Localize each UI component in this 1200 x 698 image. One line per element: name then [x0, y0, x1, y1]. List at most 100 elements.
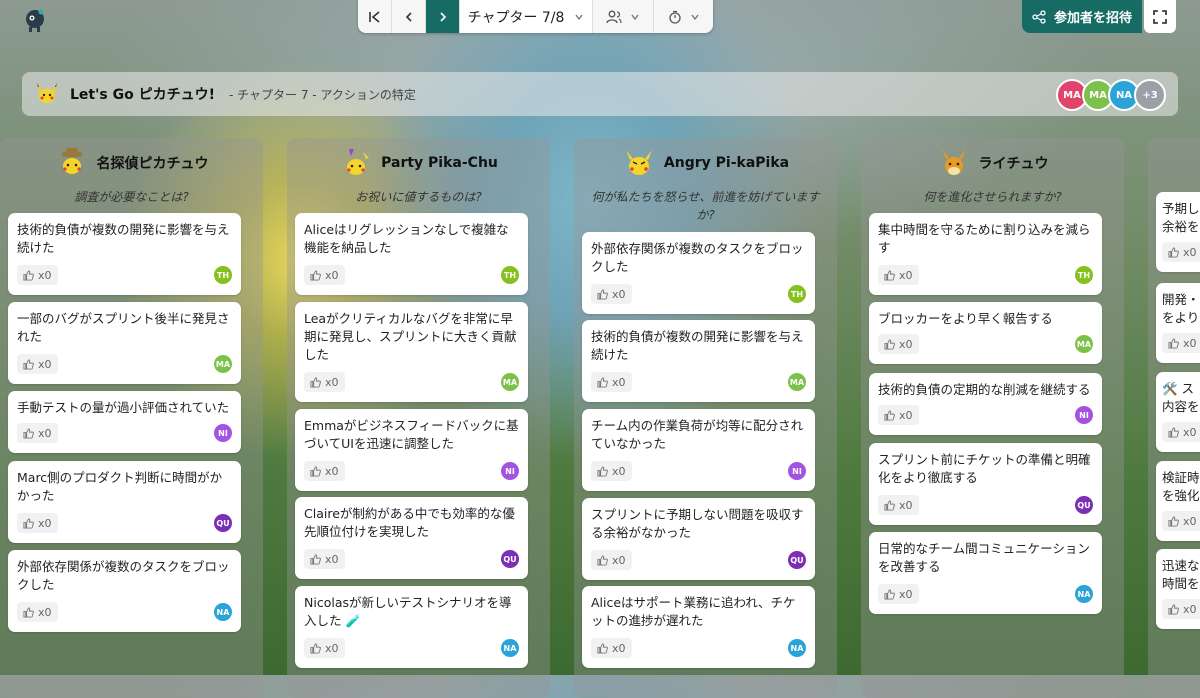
retro-card[interactable]: スプリント前にチケットの準備と明確化をより徹底する x0 QU — [869, 443, 1102, 525]
author-avatar: NI — [501, 462, 519, 480]
participant-avatars[interactable]: MA MA NA +3 — [1056, 79, 1166, 111]
column-title: Angry Pi-kaPika — [663, 155, 790, 171]
retro-card[interactable]: 迅速な 時間を x0 — [1156, 549, 1200, 629]
retro-column-partial: 予期し 余裕を x0 開発・ をより x0 🛠️ ス 内容を x0 検証時 を強化 x0 迅速な… — [1148, 138, 1200, 698]
card-text: Leaがクリティカルなバグを非常に早期に発見し、スプリントに大きく貢献した — [304, 311, 517, 362]
card-text: 予期し 余裕を — [1162, 201, 1200, 234]
pikachu-icon — [625, 150, 652, 175]
author-avatar: NI — [788, 462, 806, 480]
like-button[interactable]: x0 — [591, 638, 632, 658]
like-count: x0 — [612, 464, 626, 478]
card-text: 技術的負債の定期的な削減を継続する — [878, 382, 1091, 397]
retro-card[interactable]: Aliceはサポート業務に追われ、チケットの進捗が遅れた x0 NA — [582, 586, 815, 668]
invite-participants-button[interactable]: 参加者を招待 — [1022, 0, 1142, 33]
thumbs-up-icon — [23, 427, 34, 439]
retro-card[interactable]: Aliceはリグレッションなしで複雑な機能を納品した x0 TH — [295, 213, 528, 295]
retro-card[interactable]: ブロッカーをより早く報告する x0 MA — [869, 302, 1102, 364]
column-header: 名探偵ピカチュウ — [0, 146, 263, 180]
retro-card[interactable]: 開発・ をより x0 — [1156, 283, 1200, 363]
like-button[interactable]: x0 — [17, 602, 58, 622]
like-count: x0 — [612, 641, 626, 655]
like-button[interactable]: x0 — [878, 495, 919, 515]
like-button[interactable]: x0 — [878, 405, 919, 425]
next-chapter-button[interactable] — [426, 0, 460, 33]
like-button[interactable]: x0 — [1162, 333, 1200, 353]
thumbs-up-icon — [597, 288, 608, 300]
card-footer: x0 NI — [17, 423, 232, 445]
like-button[interactable]: x0 — [1162, 422, 1200, 442]
previous-chapter-button[interactable] — [392, 0, 426, 33]
participants-dropdown[interactable] — [593, 0, 654, 33]
like-count: x0 — [38, 605, 52, 619]
share-icon — [1032, 9, 1046, 24]
like-button[interactable]: x0 — [17, 423, 58, 443]
retro-card[interactable]: Emmaがビジネスフィードバックに基づいてUIを迅速に調整した x0 NI — [295, 409, 528, 491]
chapter-dropdown[interactable]: チャプター 7/8 — [460, 0, 593, 33]
like-button[interactable]: x0 — [1162, 599, 1200, 619]
card-footer: x0 TH — [17, 265, 232, 287]
like-button[interactable]: x0 — [878, 265, 919, 285]
like-button[interactable]: x0 — [304, 638, 345, 658]
fullscreen-button[interactable] — [1144, 0, 1176, 33]
card-text: 技術的負債が複数の開発に影響を与え続けた — [17, 222, 230, 255]
like-count: x0 — [325, 375, 339, 389]
card-footer: x0 — [1162, 511, 1200, 533]
like-button[interactable]: x0 — [17, 513, 58, 533]
retro-card[interactable]: スプリントに予期しない問題を吸収する余裕がなかった x0 QU — [582, 498, 815, 580]
retro-card[interactable]: 🛠️ ス 内容を x0 — [1156, 372, 1200, 452]
card-text: 検証時 を強化 — [1162, 470, 1200, 503]
like-button[interactable]: x0 — [591, 550, 632, 570]
retro-card[interactable]: 技術的負債が複数の開発に影響を与え続けた x0 TH — [8, 213, 241, 295]
timer-dropdown[interactable] — [654, 0, 713, 33]
thumbs-up-icon — [1168, 246, 1179, 258]
like-button[interactable]: x0 — [304, 372, 345, 392]
like-button[interactable]: x0 — [1162, 242, 1200, 262]
like-button[interactable]: x0 — [304, 461, 345, 481]
card-footer: x0 QU — [591, 550, 806, 572]
retro-card[interactable]: 外部依存関係が複数のタスクをブロックした x0 NA — [8, 550, 241, 632]
retro-card[interactable]: 外部依存関係が複数のタスクをブロックした x0 TH — [582, 232, 815, 314]
thumbs-up-icon — [597, 642, 608, 654]
like-button[interactable]: x0 — [17, 354, 58, 374]
like-button[interactable]: x0 — [17, 265, 58, 285]
card-text: Aliceはサポート業務に追われ、チケットの進捗が遅れた — [591, 595, 796, 628]
like-count: x0 — [1183, 425, 1197, 439]
card-text: 開発・ をより — [1162, 292, 1200, 325]
retro-card[interactable]: Leaがクリティカルなバグを非常に早期に発見し、スプリントに大きく貢献した x0 M… — [295, 302, 528, 402]
retro-card[interactable]: 技術的負債の定期的な削減を継続する x0 NI — [869, 373, 1102, 435]
like-button[interactable]: x0 — [304, 265, 345, 285]
pikachu-icon — [61, 148, 82, 174]
thumbs-up-icon — [310, 642, 321, 654]
first-chapter-button[interactable] — [358, 0, 392, 33]
retro-card[interactable]: チーム内の作業負荷が均等に配分されていなかった x0 NI — [582, 409, 815, 491]
thumbs-up-icon — [23, 517, 34, 529]
retro-card[interactable]: Claireが制約がある中でも効率的な優先順位付けを実現した x0 QU — [295, 497, 528, 579]
column-title: 名探偵ピカチュウ — [96, 156, 209, 172]
retro-card[interactable]: 予期し 余裕を x0 — [1156, 192, 1200, 272]
retro-card[interactable]: Marc側のプロダクト判断に時間がかかった x0 QU — [8, 461, 241, 543]
thumbs-up-icon — [310, 376, 321, 388]
retro-card[interactable]: 集中時間を守るために割り込みを減らす x0 TH — [869, 213, 1102, 295]
retro-card[interactable]: Nicolasが新しいテストシナリオを導入した 🧪 x0 NA — [295, 586, 528, 668]
column-header: Party Pika-Chu — [287, 146, 550, 180]
like-button[interactable]: x0 — [304, 549, 345, 569]
card-text: 手動テストの量が過小評価されていた — [17, 400, 230, 415]
like-button[interactable]: x0 — [591, 372, 632, 392]
retro-card[interactable]: 技術的負債が複数の開発に影響を与え続けた x0 MA — [582, 320, 815, 402]
retro-card[interactable]: 手動テストの量が過小評価されていた x0 NI — [8, 391, 241, 453]
card-footer: x0 NA — [878, 584, 1093, 606]
session-subtitle: - チャプター 7 - アクションの特定 — [228, 87, 416, 102]
like-button[interactable]: x0 — [591, 461, 632, 481]
participant-avatar[interactable]: +3 — [1134, 79, 1166, 111]
app-logo[interactable] — [22, 8, 48, 34]
retro-card[interactable]: 検証時 を強化 x0 — [1156, 461, 1200, 541]
like-button[interactable]: x0 — [591, 284, 632, 304]
retro-card[interactable]: 一部のバグがスプリント後半に発見された x0 MA — [8, 302, 241, 384]
card-footer: x0 — [1162, 422, 1200, 444]
like-button[interactable]: x0 — [1162, 511, 1200, 531]
like-button[interactable]: x0 — [878, 584, 919, 604]
retro-card[interactable]: 日常的なチーム間コミュニケーションを改善する x0 NA — [869, 532, 1102, 614]
thumbs-up-icon — [884, 338, 895, 350]
chevron-down-icon — [575, 14, 583, 20]
like-button[interactable]: x0 — [878, 334, 919, 354]
